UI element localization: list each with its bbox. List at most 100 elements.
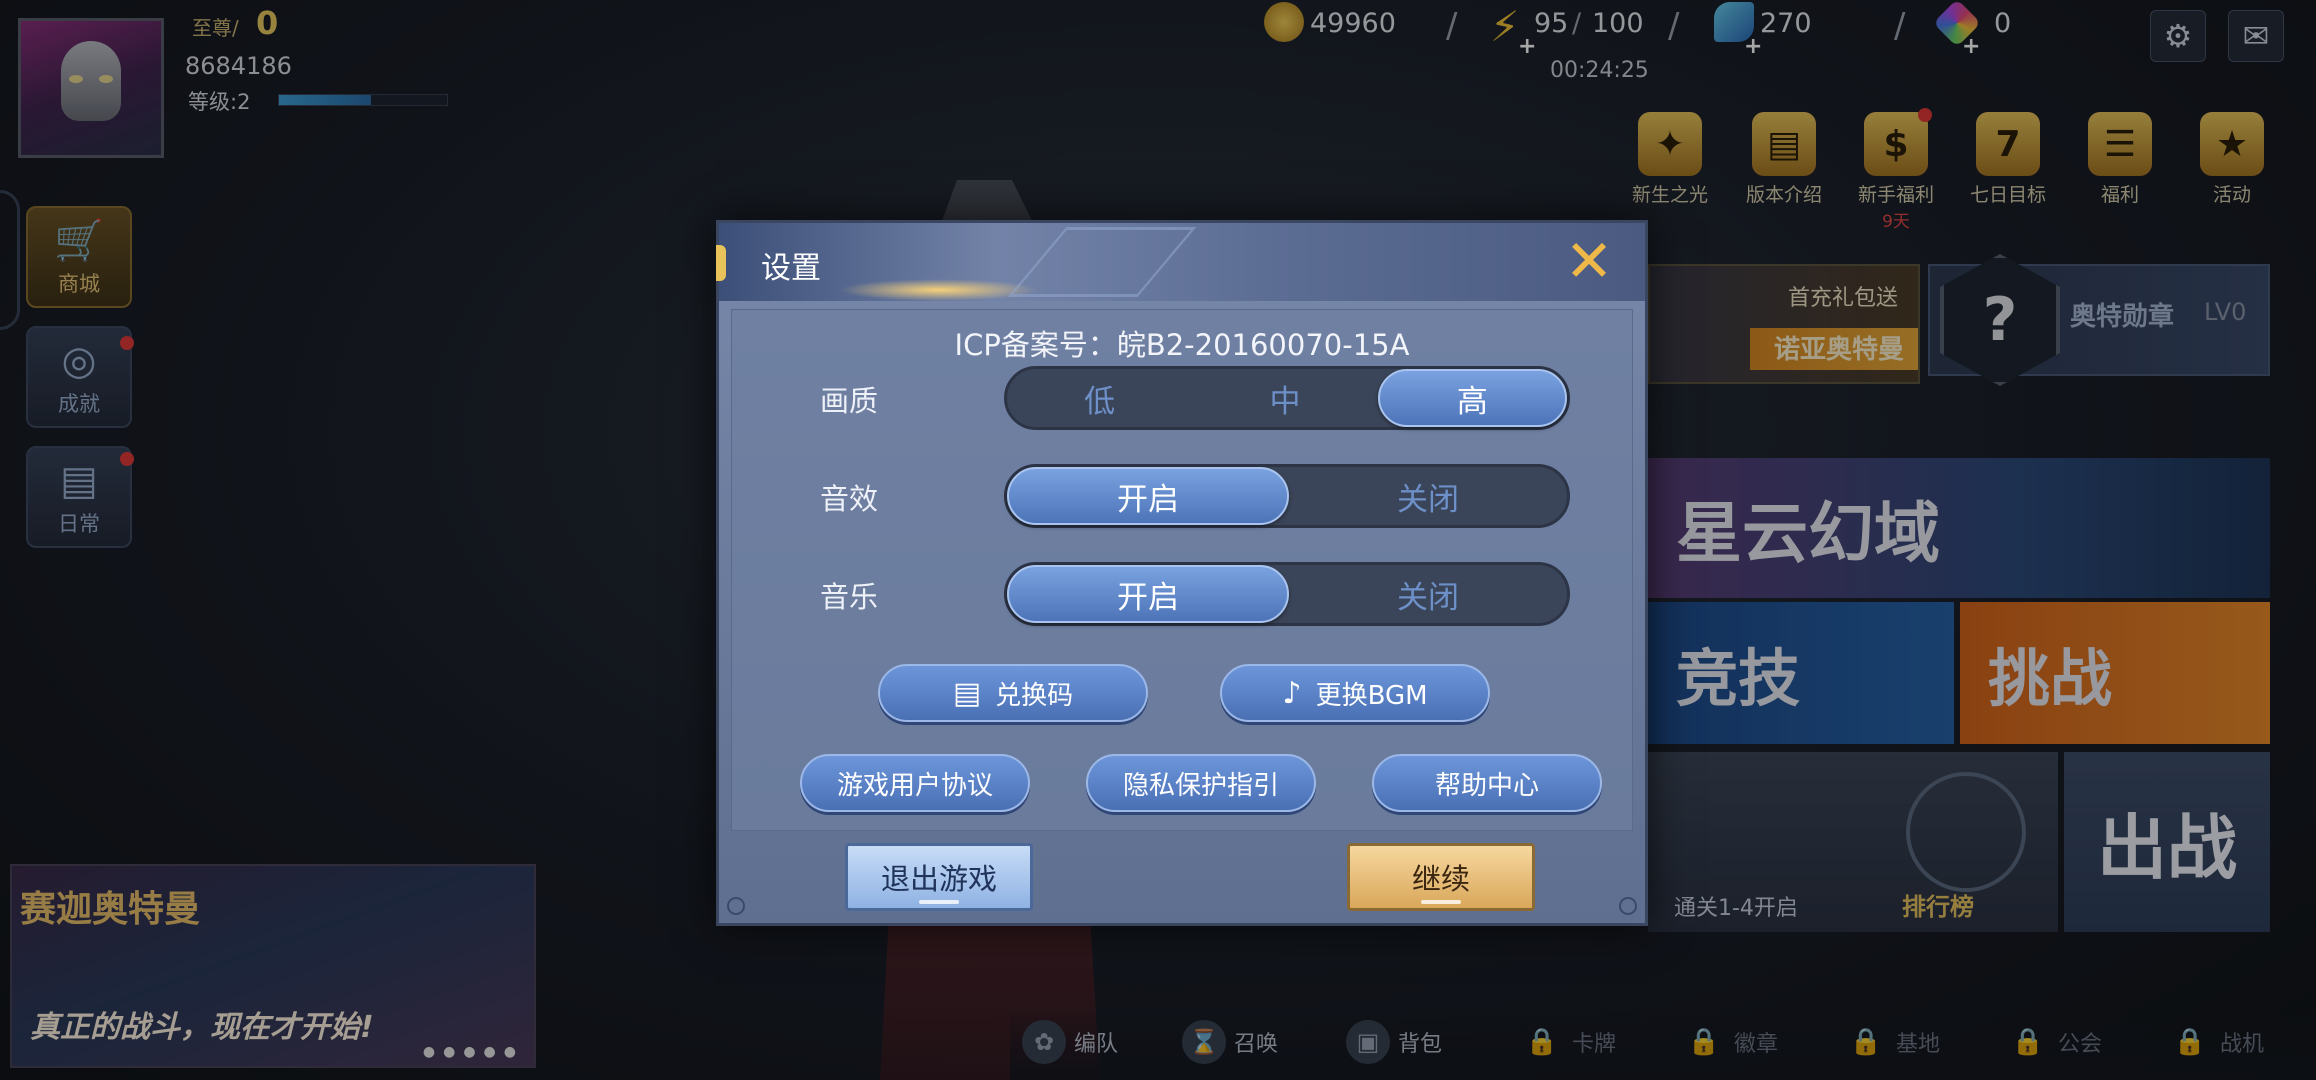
dialog-body: ICP备案号：皖B2-20160070-15A 画质 低 中 高 音效 开启 关…: [731, 309, 1633, 831]
corner-rivet-left: [727, 897, 745, 915]
gear-icon[interactable]: ⚙: [2150, 10, 2206, 62]
change-bgm-button[interactable]: ♪ 更换BGM: [1220, 664, 1490, 722]
shop-label: 商城: [58, 272, 100, 296]
medal-name: 奥特勋章: [2070, 302, 2175, 332]
close-icon[interactable]: ✕: [1559, 231, 1619, 291]
stage-unlock-text: 通关1-4开启: [1674, 896, 1798, 921]
music-label: 音乐: [820, 580, 879, 614]
nav-cards[interactable]: 🔒 卡牌: [1520, 1020, 1616, 1064]
corner-rivet-right: [1619, 897, 1637, 915]
dialog-title: 设置: [761, 251, 821, 286]
nav-backpack[interactable]: ▣ 背包: [1346, 1020, 1442, 1064]
privacy-guide-button[interactable]: 隐私保护指引: [1086, 754, 1316, 812]
bottom-nav: ✿ 编队 ⌛ 召唤 ▣ 背包 🔒 卡牌 🔒 徽章 🔒 基地 🔒 公会 🔒 战机: [1010, 1008, 2316, 1080]
energy-bolt-icon: ⚡: [1490, 2, 1520, 51]
nav-label: 基地: [1896, 1032, 1941, 1057]
music-off-option[interactable]: 关闭: [1289, 565, 1567, 623]
lock-icon: 🔒: [2011, 1027, 2045, 1057]
icp-number: ICP备案号：皖B2-20160070-15A: [954, 328, 1410, 362]
backpack-icon: ▣: [1346, 1020, 1390, 1064]
nav-base[interactable]: 🔒 基地: [1844, 1020, 1940, 1064]
vip-value: 0: [256, 4, 279, 42]
nav-formation[interactable]: ✿ 编队: [1022, 1020, 1118, 1064]
sound-toggle: 开启 关闭: [1004, 464, 1570, 528]
calendar-icon: 7: [1976, 112, 2040, 176]
user-agreement-button[interactable]: 游戏用户协议: [800, 754, 1030, 812]
nav-label: 背包: [1398, 1032, 1443, 1057]
mail-icon[interactable]: ✉: [2228, 10, 2284, 62]
gem-add-icon[interactable]: +: [1962, 34, 1980, 59]
nav-label: 战机: [2220, 1032, 2265, 1057]
left-edge-frame: [0, 190, 20, 330]
shop-button[interactable]: 🛒 商城: [26, 206, 132, 308]
event-version[interactable]: ▤ 版本介绍: [1734, 112, 1834, 207]
redeem-code-label: 兑换码: [995, 680, 1074, 711]
newbie-red-dot: [1918, 108, 1932, 122]
music-on-option[interactable]: 开启: [1007, 565, 1289, 623]
formation-icon: ✿: [1022, 1020, 1066, 1064]
banner-title: 赛迦奥特曼: [20, 889, 201, 930]
nav-badges[interactable]: 🔒 徽章: [1682, 1020, 1778, 1064]
quality-mid-option[interactable]: 中: [1192, 369, 1377, 427]
medal-icon: ◎: [61, 338, 97, 384]
challenge-button[interactable]: 挑战: [1960, 602, 2270, 744]
lock-icon: 🔒: [1849, 1027, 1883, 1057]
nav-label: 召唤: [1234, 1032, 1279, 1057]
promo-title: 首充礼包送: [1787, 286, 1898, 311]
nav-summon[interactable]: ⌛ 召唤: [1182, 1020, 1278, 1064]
event-new-light[interactable]: ✦ 新生之光: [1620, 112, 1720, 207]
change-bgm-label: 更换BGM: [1315, 680, 1428, 711]
exit-game-button[interactable]: 退出游戏: [845, 843, 1033, 911]
daily-red-dot: [120, 452, 134, 466]
ultraman-head-icon: [61, 41, 121, 121]
nav-label: 卡牌: [1572, 1032, 1617, 1057]
ultra-medal-panel[interactable]: ? 奥特勋章 LV0: [1928, 254, 2270, 386]
continue-button[interactable]: 继续: [1347, 843, 1535, 911]
promo-name: 诺亚奥特曼: [1773, 335, 1904, 365]
event-activity[interactable]: ★ 活动: [2182, 112, 2282, 207]
quality-toggle: 低 中 高: [1004, 366, 1570, 430]
energy-timer: 00:24:25: [1550, 58, 1649, 83]
event-newbie-welfare[interactable]: $ 新手福利 9天: [1846, 108, 1946, 232]
leaderboard-link[interactable]: 排行榜: [1902, 887, 1974, 922]
header-tab-marker: [716, 245, 726, 281]
event-label: 七日目标: [1969, 184, 2046, 206]
star-burst-icon: ✦: [1638, 112, 1702, 176]
first-recharge-promo[interactable]: 首充礼包送 诺亚奥特曼: [1648, 264, 1920, 384]
daily-icon: ▤: [60, 458, 98, 504]
sound-on-option[interactable]: 开启: [1007, 467, 1289, 525]
nav-label: 编队: [1074, 1032, 1119, 1057]
cart-icon: 🛒: [54, 218, 104, 264]
player-avatar[interactable]: [18, 18, 164, 158]
quality-low-option[interactable]: 低: [1007, 369, 1192, 427]
coin-icon: $: [1864, 112, 1928, 176]
banner-subtitle: 真正的战斗，现在才开始!: [30, 1010, 374, 1045]
event-label: 新生之光: [1631, 184, 1708, 206]
stage-panel[interactable]: 通关1-4开启 排行榜: [1648, 752, 2058, 932]
level-progress-fill: [279, 95, 372, 105]
event-seven-day[interactable]: 7 七日目标: [1958, 112, 2058, 207]
nav-guild[interactable]: 🔒 公会: [2006, 1020, 2102, 1064]
achievement-button[interactable]: ◎ 成就: [26, 326, 134, 428]
question-hex-icon: ?: [1940, 254, 2060, 386]
arena-button[interactable]: 竞技: [1648, 602, 1954, 744]
sound-off-option[interactable]: 关闭: [1289, 467, 1567, 525]
level-progress-bar: [278, 94, 448, 106]
nebula-realm-button[interactable]: 星云幻域: [1648, 458, 2270, 598]
energy-amount: 95: [1534, 8, 1569, 39]
quality-label: 画质: [820, 384, 879, 418]
promo-banner[interactable]: 赛迦奥特曼 真正的战斗，现在才开始! ●●●●●: [10, 864, 536, 1068]
medal-level: LV0: [2204, 298, 2247, 326]
battle-button[interactable]: 出战: [2064, 752, 2270, 932]
quality-high-option[interactable]: 高: [1377, 369, 1567, 427]
banner-page-dots: ●●●●●: [422, 1044, 524, 1060]
redeem-code-button[interactable]: ▤ 兑换码: [878, 664, 1148, 722]
daily-button[interactable]: ▤ 日常: [26, 446, 134, 548]
event-welfare[interactable]: ☰ 福利: [2070, 112, 2170, 207]
help-center-button[interactable]: 帮助中心: [1372, 754, 1602, 812]
nav-label: 公会: [2058, 1032, 2103, 1057]
nav-fighter[interactable]: 🔒 战机: [2168, 1020, 2264, 1064]
arrow-circle-icon: [1906, 772, 2026, 892]
dialog-header: 设置 ✕: [716, 223, 1645, 301]
energy-separator: /: [1572, 8, 1582, 39]
